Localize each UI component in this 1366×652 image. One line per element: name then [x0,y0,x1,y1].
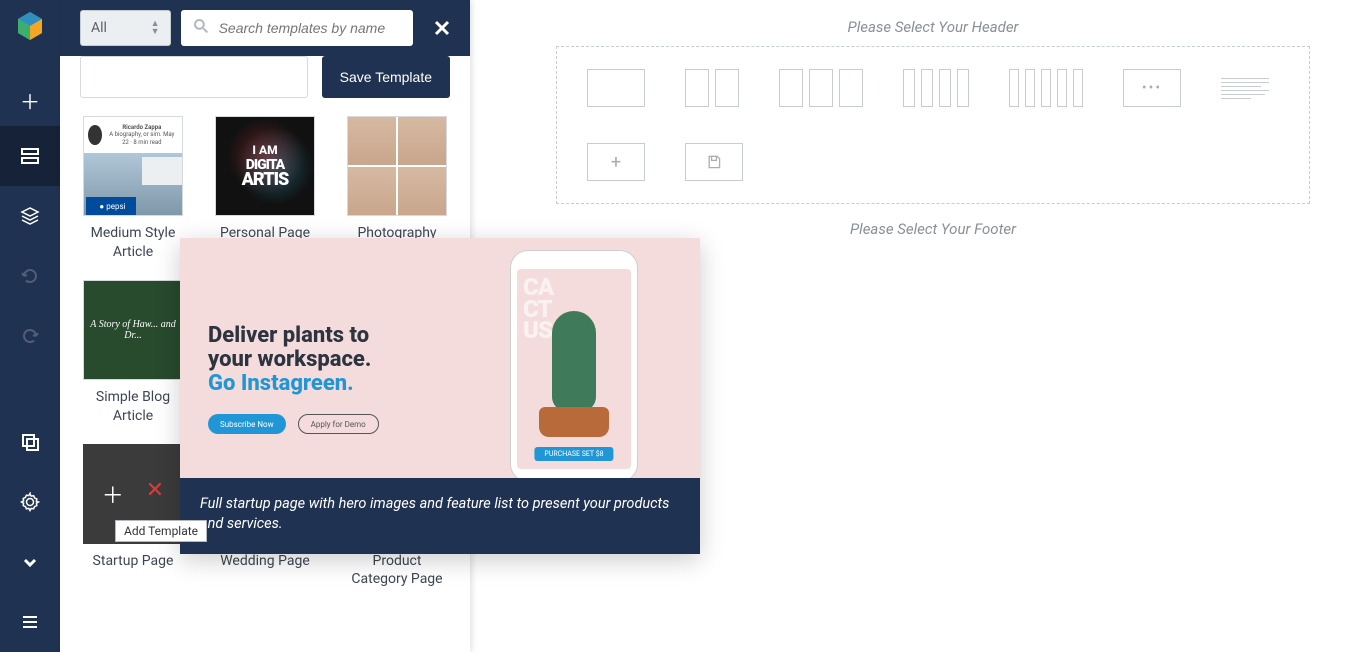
template-label: Wedding Page [212,552,318,571]
panel-header: All ▲▼ [60,0,470,56]
filter-label: All [91,20,107,36]
search-field-wrap [181,10,413,46]
template-label: Medium Style Article [80,224,186,262]
header-option-3col[interactable] [779,69,863,107]
preview-phone-mock: CA CT US PURCHASE SET $8 [510,250,638,478]
template-label: Simple Blog Article [80,388,186,426]
preview-headline-1: Deliver plants to [208,324,371,348]
template-thumbnail: A Story of Haw... and Dr... [83,280,183,380]
template-name-input[interactable] [80,56,308,98]
header-option-2col[interactable] [685,69,739,107]
template-preview-flyout: Deliver plants to your workspace. Go Ins… [180,238,700,554]
save-template-row: Save Template [80,56,450,98]
template-item[interactable]: A Story of Haw... and Dr... Simple Blog … [80,280,186,426]
sidebar-settings-button[interactable] [0,472,60,532]
header-option-5col[interactable] [1009,69,1083,107]
preview-cta-primary: Subscribe Now [208,414,286,434]
search-icon [193,18,209,38]
preview-cta-secondary: Apply for Demo [298,414,379,434]
header-option-save[interactable] [685,143,743,181]
sidebar-redo-button[interactable] [0,306,60,366]
close-panel-button[interactable] [429,14,456,42]
preview-description: Full startup page with hero images and f… [180,478,700,554]
add-template-icon[interactable]: ＋ [102,478,124,510]
header-option-add[interactable]: + [587,143,645,181]
sidebar-expand-button[interactable] [0,532,60,592]
sidebar-undo-button[interactable] [0,246,60,306]
app-logo [12,10,48,46]
header-option-text[interactable] [1221,69,1273,107]
template-item[interactable]: Ricardo ZappaA biography, or sim. May 22… [80,116,186,262]
template-thumbnail [347,116,447,216]
add-template-tooltip: Add Template [115,520,207,542]
template-label: Product Category Page [344,552,450,590]
preview-headline-2: your workspace. [208,348,371,372]
preview-headline-3: Go Instagreen. [208,372,371,396]
filter-dropdown[interactable]: All ▲▼ [80,10,171,46]
sidebar-templates-button[interactable] [0,126,60,186]
template-thumbnail: I AM DIGITA ARTIS [215,116,315,216]
remove-template-icon[interactable]: ✕ [146,478,164,510]
search-input[interactable] [219,20,401,36]
header-hint: Please Select Your Header [556,18,1310,36]
header-option-1col[interactable] [587,69,645,107]
sidebar-add-button[interactable]: ＋ [0,66,60,126]
select-arrows-icon: ▲▼ [151,20,160,36]
header-option-4col[interactable] [903,69,969,107]
sidebar-menu-button[interactable] [0,592,60,652]
template-thumbnail: Ricardo ZappaA biography, or sim. May 22… [83,116,183,216]
sidebar-fullscreen-button[interactable] [0,412,60,472]
preview-image: Deliver plants to your workspace. Go Ins… [180,238,700,478]
preview-phone-cta: PURCHASE SET $8 [534,447,613,461]
template-item-startup[interactable]: ＋ ✕ Startup Page [80,444,186,590]
sidebar-layers-button[interactable] [0,186,60,246]
save-template-button[interactable]: Save Template [322,56,450,98]
left-sidebar: ＋ [0,0,60,652]
footer-hint: Please Select Your Footer [556,220,1310,238]
header-option-more[interactable]: ••• [1123,69,1181,107]
header-layout-picker: ••• + [556,46,1310,204]
preview-phone-bigtext: CA CT US [523,277,553,342]
template-label: Startup Page [80,552,186,571]
